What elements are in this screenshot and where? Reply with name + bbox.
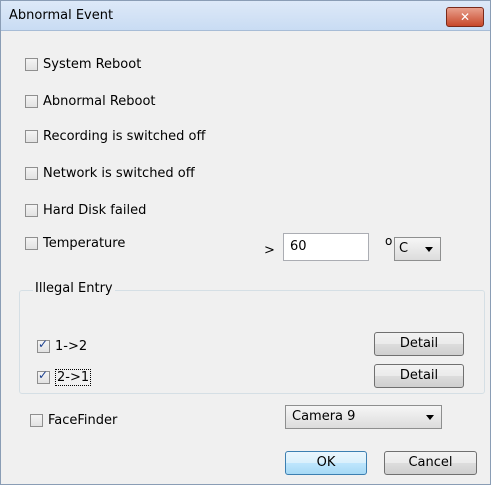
checkbox-box[interactable] bbox=[25, 203, 38, 217]
temperature-unit-value: C bbox=[399, 241, 409, 256]
facefinder-checkbox[interactable]: FaceFinder bbox=[30, 411, 117, 429]
system-reboot-checkbox[interactable]: System Reboot bbox=[25, 55, 141, 73]
checkbox-box[interactable] bbox=[25, 57, 38, 71]
network-off-checkbox[interactable]: Network is switched off bbox=[25, 164, 195, 182]
detail-button-1-2[interactable]: Detail bbox=[374, 332, 464, 356]
temperature-checkbox[interactable]: Temperature bbox=[25, 234, 125, 252]
checkbox-box[interactable] bbox=[30, 413, 43, 427]
abnormal-reboot-label: Abnormal Reboot bbox=[43, 93, 156, 109]
illegal-entry-title: Illegal Entry bbox=[33, 281, 115, 296]
abnormal-reboot-checkbox[interactable]: Abnormal Reboot bbox=[25, 92, 156, 110]
checkbox-box[interactable] bbox=[25, 94, 38, 108]
chevron-down-icon bbox=[426, 415, 434, 420]
checkbox-box[interactable] bbox=[25, 236, 38, 250]
detail-button-2-1[interactable]: Detail bbox=[374, 364, 464, 388]
checkbox-box[interactable] bbox=[37, 368, 50, 384]
checkbox-box[interactable] bbox=[37, 337, 50, 353]
entry-2-1-checkbox[interactable]: 2->1 bbox=[37, 368, 92, 386]
entry-2-1-label: 2->1 bbox=[55, 368, 92, 386]
chevron-down-icon bbox=[425, 247, 433, 252]
window-title: Abnormal Event bbox=[9, 8, 114, 23]
entry-1-2-checkbox[interactable]: 1->2 bbox=[37, 337, 87, 355]
title-bar: Abnormal Event ✕ bbox=[1, 1, 490, 31]
close-button[interactable]: ✕ bbox=[446, 7, 484, 27]
system-reboot-label: System Reboot bbox=[43, 56, 142, 72]
entry-1-2-label: 1->2 bbox=[55, 338, 88, 354]
recording-off-checkbox[interactable]: Recording is switched off bbox=[25, 127, 205, 145]
hdd-failed-checkbox[interactable]: Hard Disk failed bbox=[25, 201, 146, 219]
checkbox-box[interactable] bbox=[25, 166, 38, 180]
temperature-label: Temperature bbox=[43, 235, 126, 251]
camera-select[interactable]: Camera 9 bbox=[285, 405, 442, 429]
close-icon: ✕ bbox=[459, 10, 471, 24]
ok-button[interactable]: OK bbox=[285, 451, 367, 475]
greater-than-operator: > bbox=[264, 243, 275, 258]
recording-off-label: Recording is switched off bbox=[43, 128, 206, 144]
temperature-unit-select[interactable]: C bbox=[394, 237, 441, 261]
hdd-failed-label: Hard Disk failed bbox=[43, 202, 147, 218]
network-off-label: Network is switched off bbox=[43, 165, 195, 181]
cancel-button[interactable]: Cancel bbox=[384, 451, 477, 475]
checkbox-box[interactable] bbox=[25, 129, 38, 143]
facefinder-label: FaceFinder bbox=[48, 412, 118, 428]
camera-select-value: Camera 9 bbox=[292, 409, 356, 424]
temperature-input[interactable]: 60 bbox=[283, 233, 369, 261]
degree-symbol: o bbox=[385, 234, 393, 248]
abnormal-event-dialog: Abnormal Event ✕ System Reboot Abnormal … bbox=[0, 0, 491, 485]
